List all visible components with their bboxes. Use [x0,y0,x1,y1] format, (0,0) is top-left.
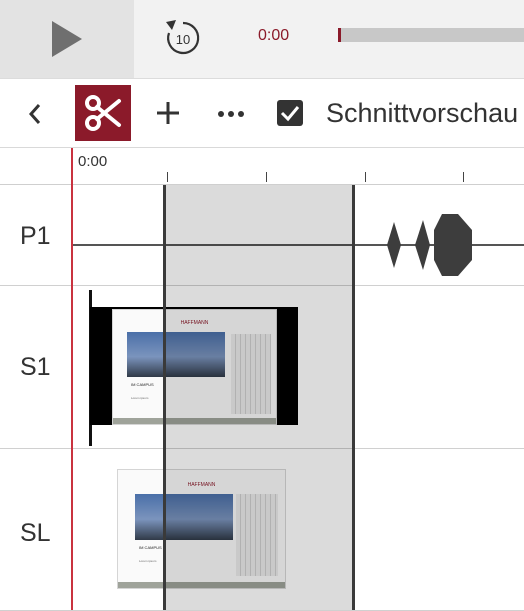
rewind-icon: 10 [166,20,200,55]
time-display: 0:00 [258,27,290,44]
playhead[interactable] [71,148,73,610]
ruler-start-label: 0:00 [78,153,108,170]
rewind-10-button[interactable]: 10 [158,12,208,62]
track-label: S1 [20,353,51,381]
play-icon [52,21,82,57]
ruler-tick [365,172,366,182]
audio-waveform[interactable] [384,212,478,278]
checkbox-checked-icon [277,100,303,126]
ruler-tick [463,172,464,182]
rewind-seconds: 10 [176,32,190,47]
more-horizontal-icon [218,111,244,117]
play-button[interactable] [0,0,134,78]
toolbar: Schnittvorschau [0,79,524,148]
cut-selection-range[interactable] [164,185,354,610]
slide-caption: IM CAMPUS [131,382,154,387]
time-ruler[interactable]: 0:00 [0,148,524,185]
ruler-tick [167,172,168,182]
chevron-left-icon [28,104,41,124]
scissors-icon [85,95,121,131]
slide-subcaption: Lorem ipsum [139,559,157,563]
ruler-tick [266,172,267,182]
selection-end-handle[interactable] [352,185,355,610]
slide-caption: IM CAMPUS [139,545,162,550]
back-button[interactable] [20,94,50,134]
progress-bar[interactable] [338,28,524,42]
slide-subcaption: Lorem ipsum [131,396,149,400]
preview-checkbox[interactable] [276,99,304,127]
player-bar: 10 0:00 [0,0,524,79]
track-label: SL [20,519,51,547]
add-button[interactable] [151,93,185,133]
plus-icon [157,102,179,124]
more-button[interactable] [210,93,252,133]
track-label: P1 [20,222,51,250]
progress-fill [338,28,341,42]
selection-start-handle[interactable] [163,185,166,610]
cut-button[interactable] [75,85,131,141]
preview-label: Schnittvorschau [326,98,519,128]
